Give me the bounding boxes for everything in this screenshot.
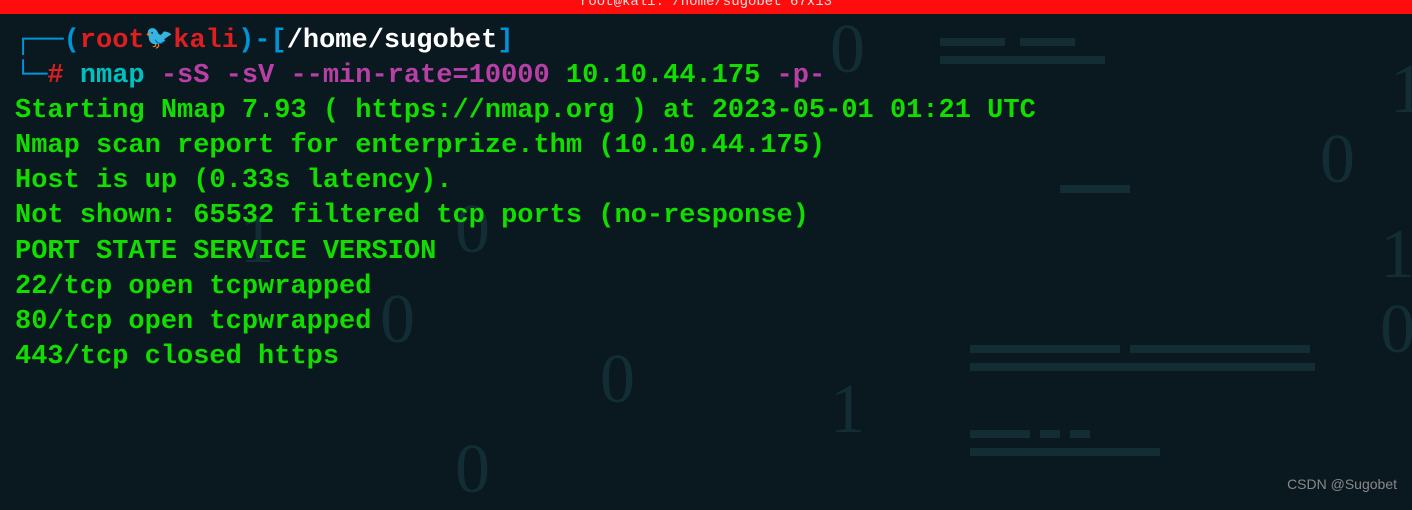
cmd-rate: 10000 bbox=[469, 61, 550, 91]
watermark: CSDN @Sugobet bbox=[1287, 476, 1397, 492]
cmd-flags2: -p- bbox=[760, 61, 825, 91]
output-port-443: 443/tcp closed https bbox=[15, 340, 1397, 375]
lbracket: [ bbox=[270, 26, 286, 56]
prompt-line-1: ┌──(root🐦kali)-[/home/sugobet] bbox=[15, 24, 1397, 59]
prompt-hash: # bbox=[47, 61, 79, 91]
prompt-corner-top: ┌── bbox=[15, 26, 64, 56]
prompt-corner-bottom: └─ bbox=[15, 61, 47, 91]
rbracket: ] bbox=[497, 26, 513, 56]
prompt-user: root bbox=[80, 26, 145, 56]
command-line: └─# nmap -sS -sV --min-rate=10000 10.10.… bbox=[15, 59, 1397, 94]
bird-icon: 🐦 bbox=[145, 25, 174, 55]
output-port-22: 22/tcp open tcpwrapped bbox=[15, 270, 1397, 305]
terminal-content[interactable]: ┌──(root🐦kali)-[/home/sugobet] └─# nmap … bbox=[0, 14, 1412, 385]
title-bar: root@kali: /home/sugobet 67x13 bbox=[0, 0, 1412, 14]
title-text: root@kali: /home/sugobet 67x13 bbox=[580, 0, 832, 10]
cmd-tool: nmap bbox=[80, 61, 145, 91]
output-line-4: Not shown: 65532 filtered tcp ports (no-… bbox=[15, 199, 1397, 234]
cmd-target: 10.10.44.175 bbox=[566, 61, 760, 91]
output-port-80: 80/tcp open tcpwrapped bbox=[15, 305, 1397, 340]
cmd-space bbox=[550, 61, 566, 91]
prompt-host: kali bbox=[173, 26, 238, 56]
prompt-path: /home/sugobet bbox=[287, 26, 498, 56]
cmd-flags1: -sS -sV --min-rate= bbox=[145, 61, 469, 91]
output-header: PORT STATE SERVICE VERSION bbox=[15, 235, 1397, 270]
rparen: )- bbox=[238, 26, 270, 56]
output-line-2: Nmap scan report for enterprize.thm (10.… bbox=[15, 129, 1397, 164]
output-line-3: Host is up (0.33s latency). bbox=[15, 164, 1397, 199]
output-line-1: Starting Nmap 7.93 ( https://nmap.org ) … bbox=[15, 94, 1397, 129]
lparen: ( bbox=[64, 26, 80, 56]
